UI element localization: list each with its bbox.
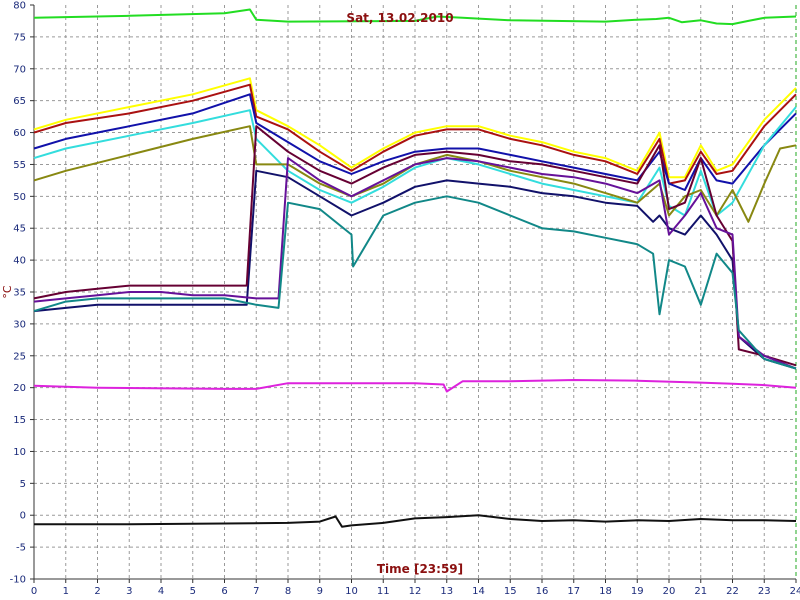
x-tick-label: 12 — [409, 586, 422, 597]
y-tick-label: 30 — [13, 319, 26, 330]
x-tick-label: 6 — [221, 586, 227, 597]
y-tick-label: 35 — [13, 288, 26, 299]
x-tick-label: 3 — [126, 586, 132, 597]
y-tick-label: 60 — [13, 128, 26, 139]
x-tick-label: 10 — [345, 586, 358, 597]
x-tick-label: 5 — [190, 586, 196, 597]
x-tick-label: 19 — [631, 586, 644, 597]
y-tick-label: 65 — [13, 96, 26, 107]
x-tick-label: 14 — [472, 586, 485, 597]
temperature-chart: 0 1 2 3 4 5 6 7 8 9 10 11 12 13 14 15 16 17 18 19 20 21 22 23 24… — [0, 0, 800, 600]
x-tick-label: 1 — [63, 586, 69, 597]
y-tick-label: 40 — [13, 256, 26, 267]
x-tick-label: 4 — [158, 586, 164, 597]
y-tick-label: 75 — [13, 32, 26, 43]
x-tick-label: 7 — [253, 586, 259, 597]
x-tick-label: 13 — [440, 586, 453, 597]
chart-title: Sat, 13.02.2010 — [346, 11, 453, 25]
chart-background — [0, 0, 800, 600]
x-tick-label: 0 — [31, 586, 37, 597]
x-tick-label: 20 — [663, 586, 676, 597]
y-tick-label: 80 — [13, 1, 26, 12]
y-tick-label: 15 — [13, 415, 26, 426]
y-tick-label: 0 — [20, 511, 26, 522]
y-tick-label: 45 — [13, 224, 26, 235]
x-tick-label: 22 — [726, 586, 739, 597]
y-tick-label: 5 — [20, 479, 26, 490]
y-tick-label: 10 — [13, 447, 26, 458]
x-axis-label: Time [23:59] — [377, 562, 463, 576]
y-axis-label: °C — [1, 285, 14, 299]
y-tick-label: 50 — [13, 192, 26, 203]
y-tick-label: 70 — [13, 64, 26, 75]
y-tick-label: -10 — [10, 575, 26, 586]
x-tick-label: 23 — [758, 586, 771, 597]
x-tick-label: 16 — [536, 586, 549, 597]
y-tick-label: -5 — [16, 543, 26, 554]
x-tick-label: 24 — [790, 586, 800, 597]
y-tick-label: 20 — [13, 383, 26, 394]
x-tick-label: 11 — [377, 586, 390, 597]
x-tick-label: 9 — [317, 586, 323, 597]
x-tick-label: 2 — [94, 586, 100, 597]
x-tick-label: 15 — [504, 586, 517, 597]
y-tick-label: 55 — [13, 160, 26, 171]
x-tick-label: 21 — [694, 586, 707, 597]
x-tick-label: 18 — [599, 586, 612, 597]
x-tick-label: 17 — [567, 586, 580, 597]
x-tick-label: 8 — [285, 586, 291, 597]
y-tick-label: 25 — [13, 351, 26, 362]
